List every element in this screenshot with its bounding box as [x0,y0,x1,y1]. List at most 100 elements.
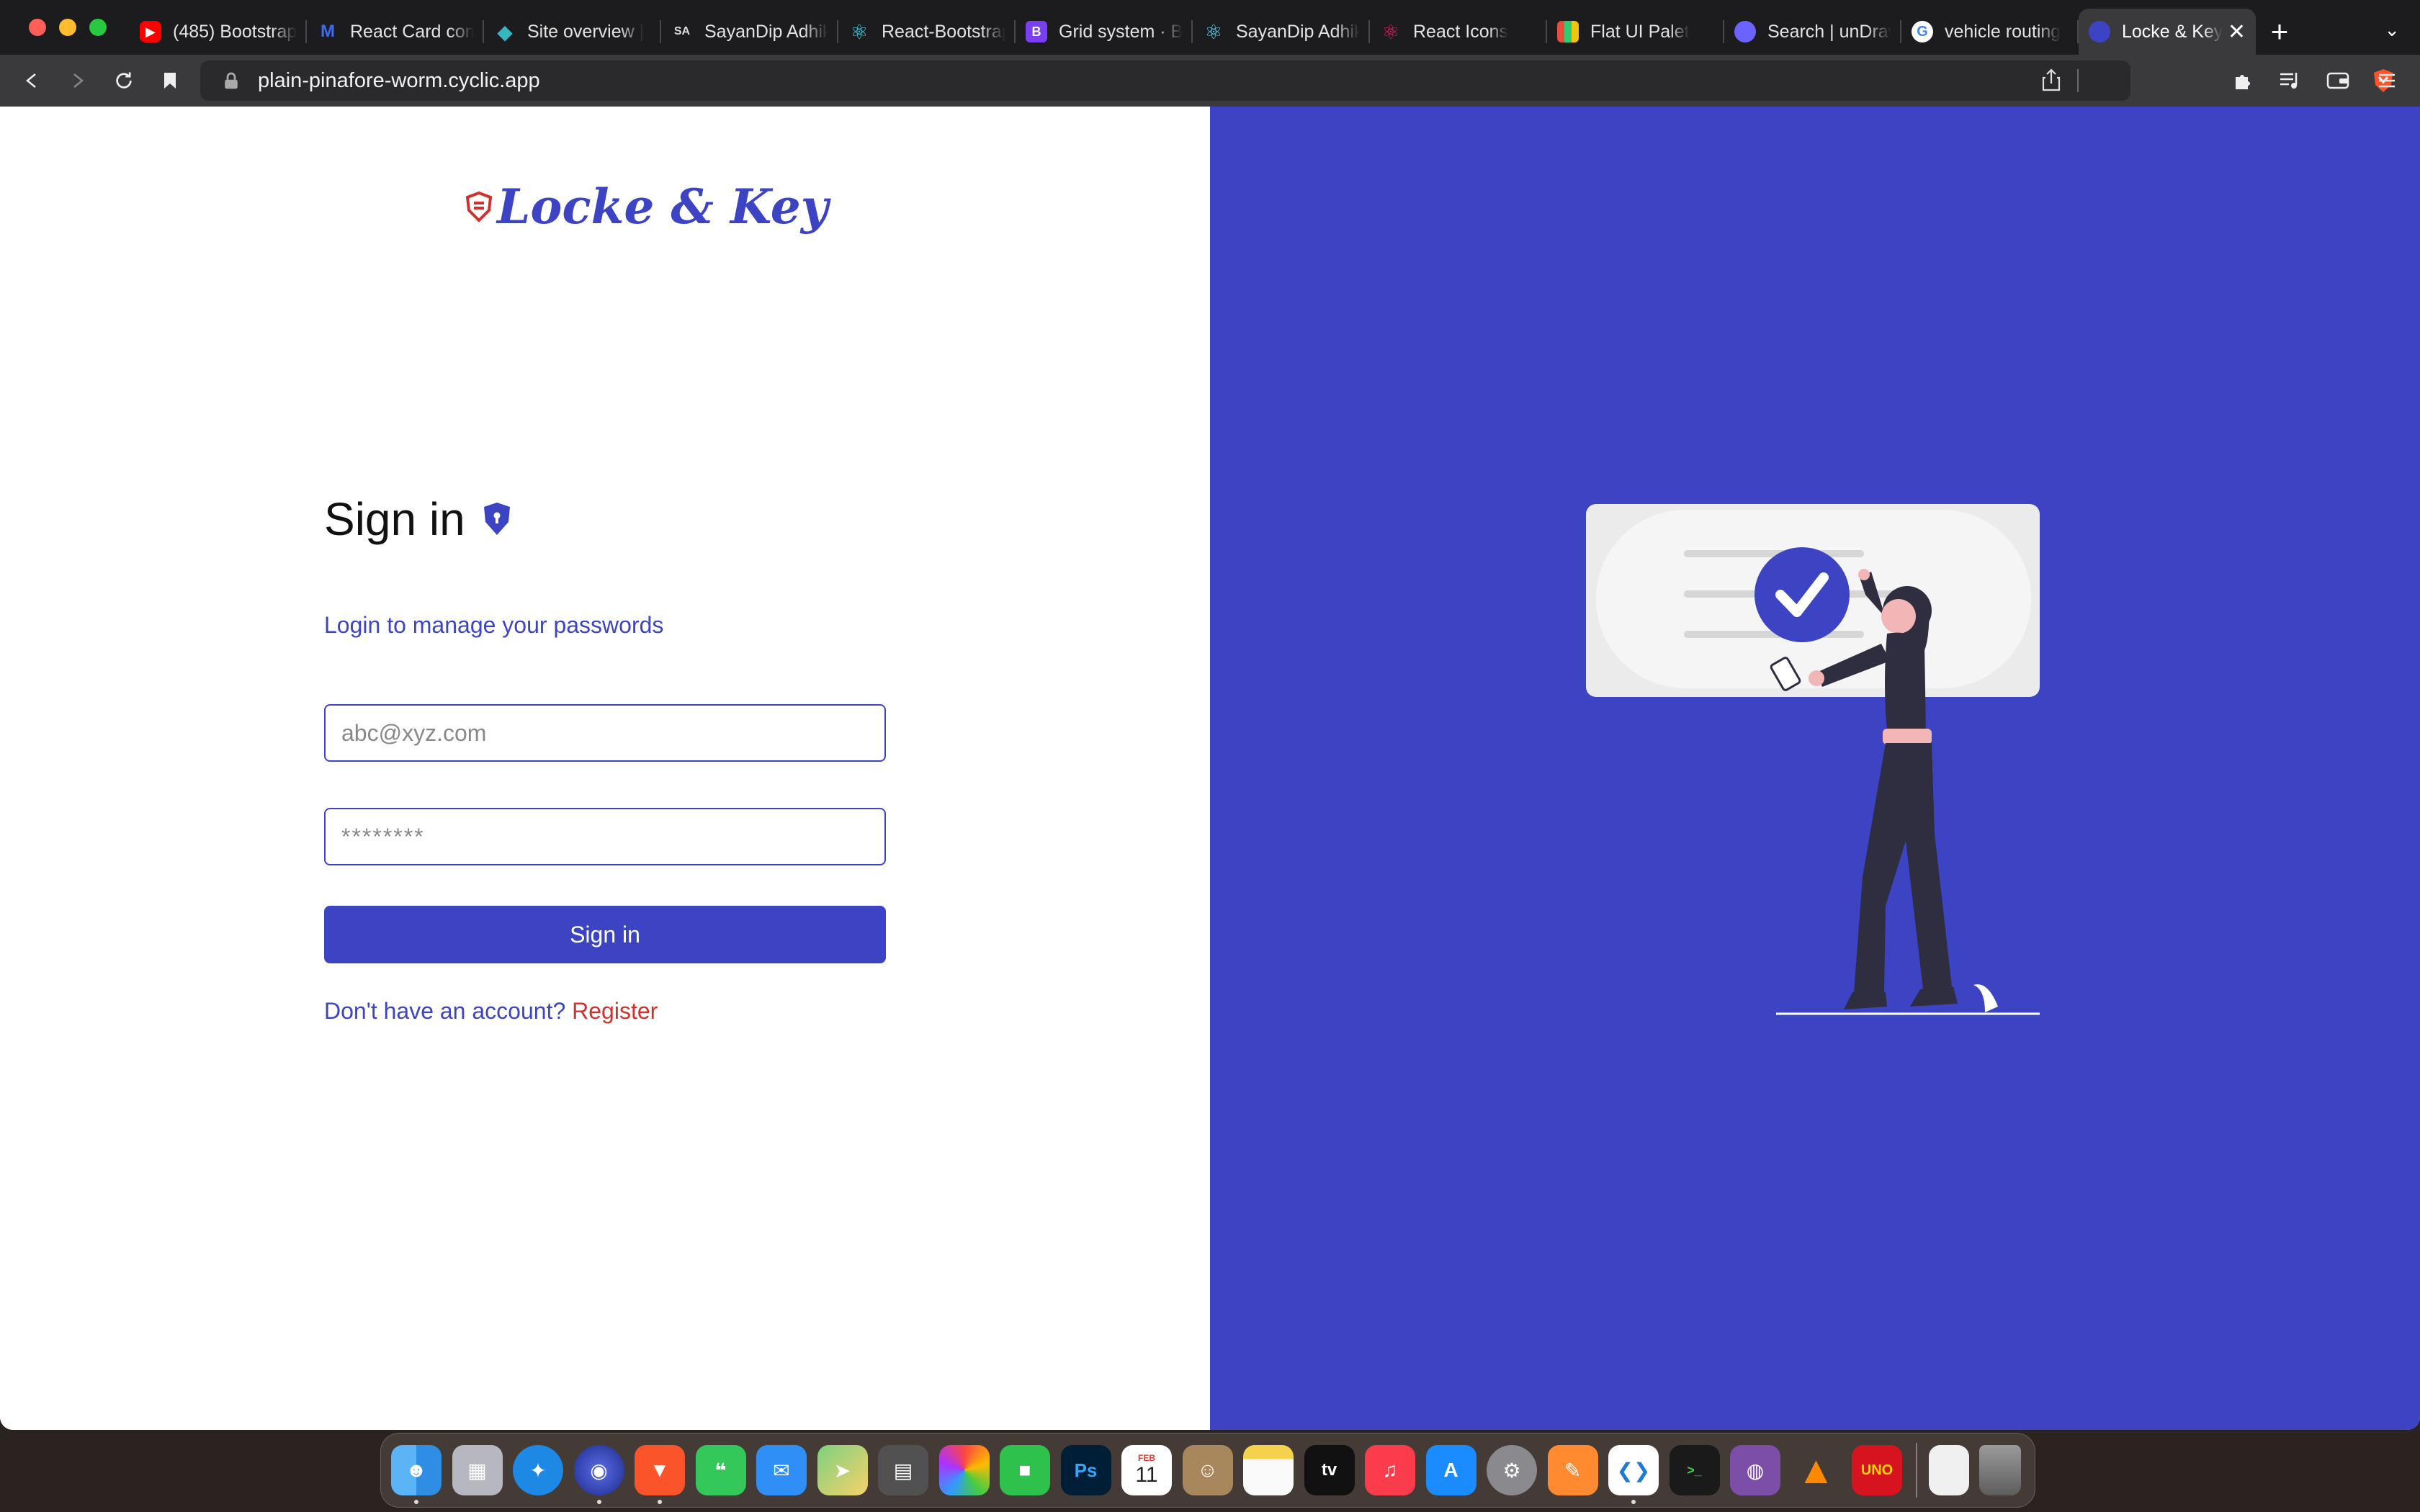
bookmark-button[interactable] [153,63,187,98]
page-title: Sign in [324,493,465,545]
tab-label: Site overview | [527,21,645,42]
facetime-icon[interactable]: ■ [1000,1445,1050,1495]
close-window-button[interactable] [29,19,46,36]
launchpad-icon[interactable]: ▦ [452,1445,503,1495]
reload-icon [116,72,132,89]
undraw-icon [1734,21,1756,42]
tab-label: Search | unDraw [1767,21,1891,42]
pages-icon[interactable]: ✎ [1547,1445,1598,1495]
terminal-icon[interactable]: >_ [1669,1445,1720,1495]
share-icon[interactable] [2041,68,2061,96]
tab-react-icons[interactable]: ⚛ React Icons [1370,9,1547,55]
calendar-icon[interactable]: FEB 11 [1121,1445,1172,1495]
netlify-icon: ◆ [497,20,513,43]
tab-netlify[interactable]: ◆ Site overview | [484,9,661,55]
check-circle [1754,547,1850,642]
email-input[interactable] [324,704,886,762]
tab-sayandip-2[interactable]: ⚛ SayanDip Adhik [1193,9,1370,55]
brand-logo[interactable]: Locke & Key [464,179,828,235]
register-prompt-row: Don't have an account? Register [324,998,658,1025]
messages-icon[interactable]: ❝ [695,1445,746,1495]
mail-icon[interactable]: ✉ [756,1445,807,1495]
tab-label: (485) Bootstrap [173,21,297,42]
safari-icon[interactable]: ✦ [513,1445,563,1495]
brave-icon[interactable]: ▼ [635,1445,685,1504]
vscode-icon[interactable]: ❮❯ [1608,1445,1659,1504]
new-tab-button[interactable]: + [2256,9,2303,55]
tab-label: SayanDip Adhik [1236,21,1360,42]
music-icon[interactable]: ♫ [1365,1445,1415,1495]
tab-label: React Card com [350,21,474,42]
tab-label: Grid system · B [1059,21,1183,42]
web-page: Locke & Key Sign in Login to manage your… [0,107,2420,1430]
react-bootstrap-icon: ⚛ [850,20,869,43]
left-shoe [1844,992,1887,1009]
forward-arrow-icon [73,73,84,88]
documents-icon[interactable] [1928,1445,1969,1495]
torso [1885,632,1926,733]
tab-label: Locke & Key [2122,21,2223,42]
hand [1858,569,1870,580]
notes-icon[interactable] [1243,1445,1294,1495]
tab-mui[interactable]: M React Card com [307,9,484,55]
register-link[interactable]: Register [572,998,658,1024]
zoom-window-button[interactable] [89,19,107,36]
tab-google[interactable]: G vehicle routing [1901,9,2079,55]
vlc-icon[interactable]: ▲ [1791,1445,1842,1495]
finder-icon[interactable]: ☻ [391,1445,442,1504]
tab-react-bootstrap[interactable]: ⚛ React-Bootstrap [838,9,1016,55]
github-desktop-icon[interactable]: ◍ [1730,1445,1780,1495]
youtube-icon: ▶ [140,21,161,42]
maps-icon[interactable]: ➤ [817,1445,868,1495]
dock-separator [1915,1443,1917,1498]
browser-tab-bar: ▶ (485) Bootstrap M React Card com ◆ Sit… [0,0,2420,55]
mui-icon: M [321,22,335,41]
menu-icon[interactable] [2370,63,2404,98]
face [1881,599,1916,634]
firefox-icon[interactable]: ◉ [573,1445,624,1504]
photos-icon[interactable] [938,1445,990,1495]
tab-label: SayanDip Adhik [704,21,828,42]
tab-bootstrap-grid[interactable]: B Grid system · B [1016,9,1193,55]
macos-dock: ☻ ▦ ✦ ◉ ▼ ❝ ✉ ➤ ▤ ■ Ps FEB 11 ☺ tv ♫ A ⚙… [380,1433,2035,1508]
card-line [1684,550,1864,557]
media-playlist-icon[interactable] [2273,63,2308,98]
register-prompt: Don't have an account? [324,998,566,1024]
address-bar[interactable]: plain-pinafore-worm.cyclic.app [200,60,2393,101]
app-store-icon[interactable]: A [1425,1445,1476,1495]
tab-flat-ui[interactable]: Flat UI Palet [1547,9,1724,55]
trash-icon[interactable] [1979,1445,2021,1495]
tab-sayandip-1[interactable]: SA SayanDip Adhik [661,9,838,55]
minimize-window-button[interactable] [59,19,76,36]
tab-list-chevron-icon[interactable]: ⌄ [2384,19,2400,41]
system-preferences-icon[interactable]: ⚙ [1487,1445,1537,1495]
close-tab-icon[interactable]: ✕ [2228,19,2246,45]
back-button[interactable] [14,63,49,98]
waist [1883,729,1932,744]
tab-label: vehicle routing [1945,21,2061,42]
signin-button[interactable]: Sign in [324,906,886,963]
brand-name: Locke & Key [497,179,829,235]
apple-tv-icon[interactable]: tv [1304,1445,1355,1495]
browser-toolbar: plain-pinafore-worm.cyclic.app [0,55,2420,107]
react-icon: ⚛ [1204,20,1223,43]
forward-button[interactable] [60,63,95,98]
tab-youtube[interactable]: ▶ (485) Bootstrap [130,9,307,55]
extensions-icon[interactable] [2226,63,2260,98]
tab-undraw[interactable]: Search | unDraw [1724,9,1901,55]
react-icons-icon: ⚛ [1381,20,1400,43]
calculator-icon[interactable]: ▤ [878,1445,928,1495]
tab-locke-key[interactable]: Locke & Key ✕ [2079,9,2256,55]
contacts-icon[interactable]: ☺ [1182,1445,1233,1495]
url-text: plain-pinafore-worm.cyclic.app [258,68,540,92]
person-checkmark-illustration [1586,504,2040,1015]
calendar-month: FEB [1138,1453,1155,1463]
shield-logo-icon [465,191,493,222]
reload-button[interactable] [107,63,141,98]
signin-heading: Sign in [324,492,513,546]
password-input[interactable] [324,808,886,865]
photoshop-icon[interactable]: Ps [1060,1445,1111,1495]
wallet-icon[interactable] [2321,63,2355,98]
uno-icon[interactable]: UNO [1852,1445,1902,1495]
right-shoe [1910,986,1958,1007]
